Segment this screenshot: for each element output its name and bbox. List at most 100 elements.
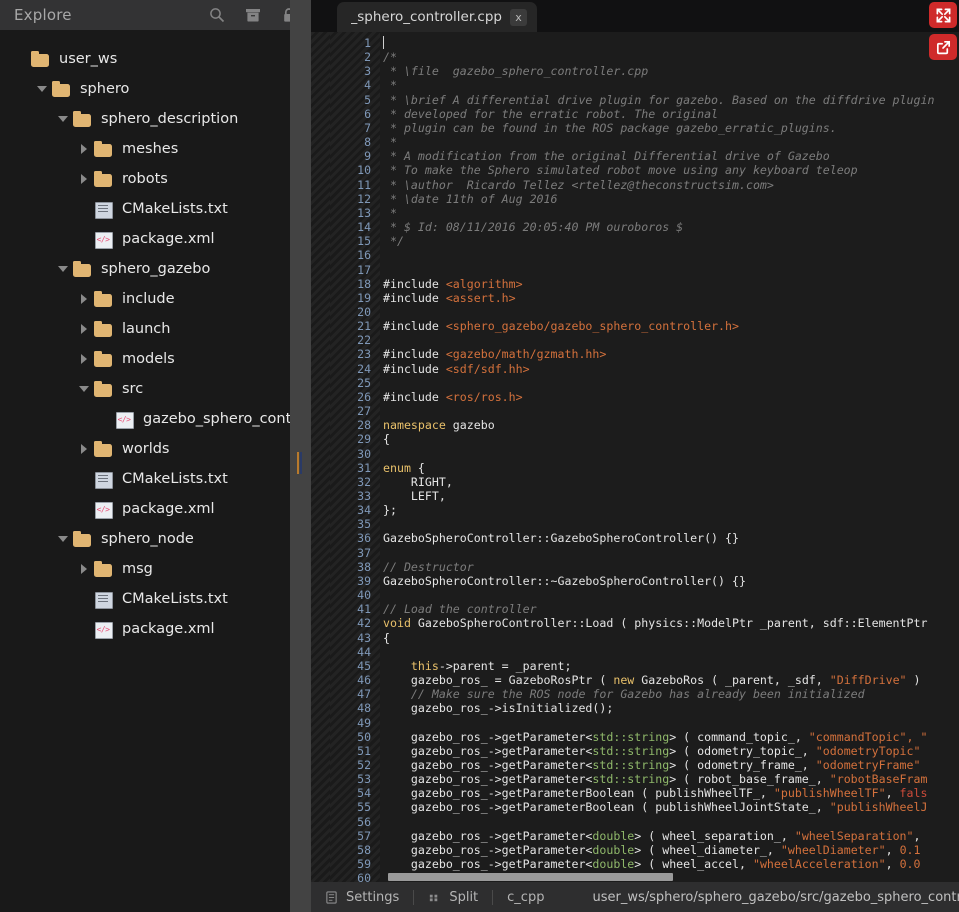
code-line[interactable]: this->parent = _parent; <box>383 659 959 673</box>
language-mode-button[interactable]: c_cpp <box>493 882 558 912</box>
open-external-button[interactable] <box>929 34 957 60</box>
chevron-right-icon[interactable] <box>77 352 91 366</box>
tree-item[interactable]: sphero_gazebo <box>0 254 311 284</box>
tree-item[interactable]: launch <box>0 314 311 344</box>
editor-tab[interactable]: o_sphero_controller.cpp x <box>337 2 537 32</box>
code-line[interactable] <box>383 588 959 602</box>
code-line[interactable]: gazebo_ros_->getParameter<std::string> (… <box>383 758 959 772</box>
chevron-right-icon[interactable] <box>77 172 91 186</box>
code-line[interactable]: */ <box>383 234 959 248</box>
close-icon[interactable]: x <box>510 8 527 26</box>
code-line[interactable]: * \author Ricardo Tellez <rtellez@thecon… <box>383 178 959 192</box>
code-line[interactable]: gazebo_ros_->getParameter<double> ( whee… <box>383 857 959 871</box>
code-line[interactable] <box>383 546 959 560</box>
tree-item[interactable]: package.xml <box>0 614 311 644</box>
panel-splitter[interactable] <box>290 0 311 912</box>
code-line[interactable]: LEFT, <box>383 489 959 503</box>
code-line[interactable]: namespace gazebo <box>383 418 959 432</box>
tree-item[interactable]: robots <box>0 164 311 194</box>
tree-item[interactable]: sphero_node <box>0 524 311 554</box>
code-line[interactable] <box>383 248 959 262</box>
code-line[interactable]: gazebo_ros_->getParameter<std::string> (… <box>383 744 959 758</box>
code-line[interactable]: gazebo_ros_->getParameterBoolean ( publi… <box>383 800 959 814</box>
code-line[interactable]: { <box>383 631 959 645</box>
code-line[interactable]: gazebo_ros_->getParameter<double> ( whee… <box>383 829 959 843</box>
code-line[interactable]: gazebo_ros_->getParameter<std::string> (… <box>383 730 959 744</box>
code-line[interactable]: GazeboSpheroController::~GazeboSpheroCon… <box>383 574 959 588</box>
code-line[interactable]: * \date 11th of Aug 2016 <box>383 192 959 206</box>
tree-item[interactable]: sphero <box>0 74 311 104</box>
code-line[interactable]: // Destructor <box>383 560 959 574</box>
code-line[interactable]: * To make the Sphero simulated robot mov… <box>383 163 959 177</box>
tree-item[interactable]: CMakeLists.txt <box>0 464 311 494</box>
code-line[interactable]: #include <sdf/sdf.hh> <box>383 362 959 376</box>
horizontal-scrollbar[interactable] <box>380 872 959 882</box>
code-line[interactable]: #include <assert.h> <box>383 291 959 305</box>
code-line[interactable]: void GazeboSpheroController::Load ( phys… <box>383 616 959 630</box>
code-line[interactable] <box>383 404 959 418</box>
chevron-down-icon[interactable] <box>77 382 91 396</box>
code-line[interactable]: * $ Id: 08/11/2016 20:05:40 PM ouroboros… <box>383 220 959 234</box>
code-line[interactable]: gazebo_ros_->isInitialized(); <box>383 701 959 715</box>
chevron-down-icon[interactable] <box>56 262 70 276</box>
code-line[interactable] <box>383 517 959 531</box>
code-line[interactable]: /* <box>383 50 959 64</box>
code-line[interactable]: * <box>383 78 959 92</box>
code-line[interactable] <box>383 263 959 277</box>
code-content[interactable]: /* * \file gazebo_sphero_controller.cpp … <box>380 32 959 882</box>
settings-button[interactable]: Settings <box>311 882 413 912</box>
chevron-down-icon[interactable] <box>56 532 70 546</box>
code-line[interactable] <box>383 376 959 390</box>
code-line[interactable]: GazeboSpheroController::GazeboSpheroCont… <box>383 531 959 545</box>
file-tree[interactable]: user_ws sphero sphero_description meshes rob… <box>0 30 311 912</box>
tree-item[interactable]: meshes <box>0 134 311 164</box>
fullscreen-button[interactable] <box>929 2 957 28</box>
code-line[interactable] <box>383 645 959 659</box>
code-line[interactable] <box>383 36 959 50</box>
chevron-down-icon[interactable] <box>35 82 49 96</box>
tree-item[interactable]: msg <box>0 554 311 584</box>
tree-item[interactable]: CMakeLists.txt <box>0 584 311 614</box>
tree-item[interactable]: sphero_description <box>0 104 311 134</box>
code-line[interactable] <box>383 815 959 829</box>
archive-box-icon[interactable] <box>245 7 261 23</box>
code-line[interactable]: #include <algorithm> <box>383 277 959 291</box>
tree-item[interactable]: gazebo_sphero_controlle <box>0 404 311 434</box>
search-icon[interactable] <box>209 7 225 23</box>
code-line[interactable]: * developed for the erratic robot. The o… <box>383 107 959 121</box>
tree-item[interactable]: worlds <box>0 434 311 464</box>
code-line[interactable]: // Load the controller <box>383 602 959 616</box>
code-line[interactable]: RIGHT, <box>383 475 959 489</box>
code-line[interactable]: // Make sure the ROS node for Gazebo has… <box>383 687 959 701</box>
code-line[interactable] <box>383 305 959 319</box>
horizontal-scroll-thumb[interactable] <box>388 873 673 881</box>
tree-item[interactable]: CMakeLists.txt <box>0 194 311 224</box>
tree-item[interactable]: models <box>0 344 311 374</box>
splitter-grip[interactable] <box>297 452 304 474</box>
code-line[interactable]: * \file gazebo_sphero_controller.cpp <box>383 64 959 78</box>
chevron-right-icon[interactable] <box>77 292 91 306</box>
chevron-right-icon[interactable] <box>77 142 91 156</box>
code-line[interactable] <box>383 716 959 730</box>
code-line[interactable]: #include <ros/ros.h> <box>383 390 959 404</box>
code-line[interactable] <box>383 333 959 347</box>
chevron-right-icon[interactable] <box>77 322 91 336</box>
code-line[interactable]: gazebo_ros_->getParameter<double> ( whee… <box>383 843 959 857</box>
tree-item[interactable]: src <box>0 374 311 404</box>
tree-item[interactable]: include <box>0 284 311 314</box>
code-line[interactable]: { <box>383 432 959 446</box>
code-area[interactable]: 12▾3456789101112131415161718192021222324… <box>311 32 959 882</box>
chevron-right-icon[interactable] <box>77 442 91 456</box>
code-line[interactable]: #include <gazebo/math/gzmath.hh> <box>383 347 959 361</box>
code-line[interactable]: * <box>383 206 959 220</box>
tree-item[interactable]: package.xml <box>0 494 311 524</box>
code-line[interactable]: * <box>383 135 959 149</box>
code-line[interactable]: * \brief A differential drive plugin for… <box>383 93 959 107</box>
code-line[interactable]: gazebo_ros_->getParameter<std::string> (… <box>383 772 959 786</box>
code-line[interactable]: gazebo_ros_->getParameterBoolean ( publi… <box>383 786 959 800</box>
code-line[interactable]: }; <box>383 503 959 517</box>
code-line[interactable] <box>383 447 959 461</box>
code-line[interactable]: #include <sphero_gazebo/gazebo_sphero_co… <box>383 319 959 333</box>
tree-item[interactable]: package.xml <box>0 224 311 254</box>
tree-item[interactable]: user_ws <box>0 44 311 74</box>
